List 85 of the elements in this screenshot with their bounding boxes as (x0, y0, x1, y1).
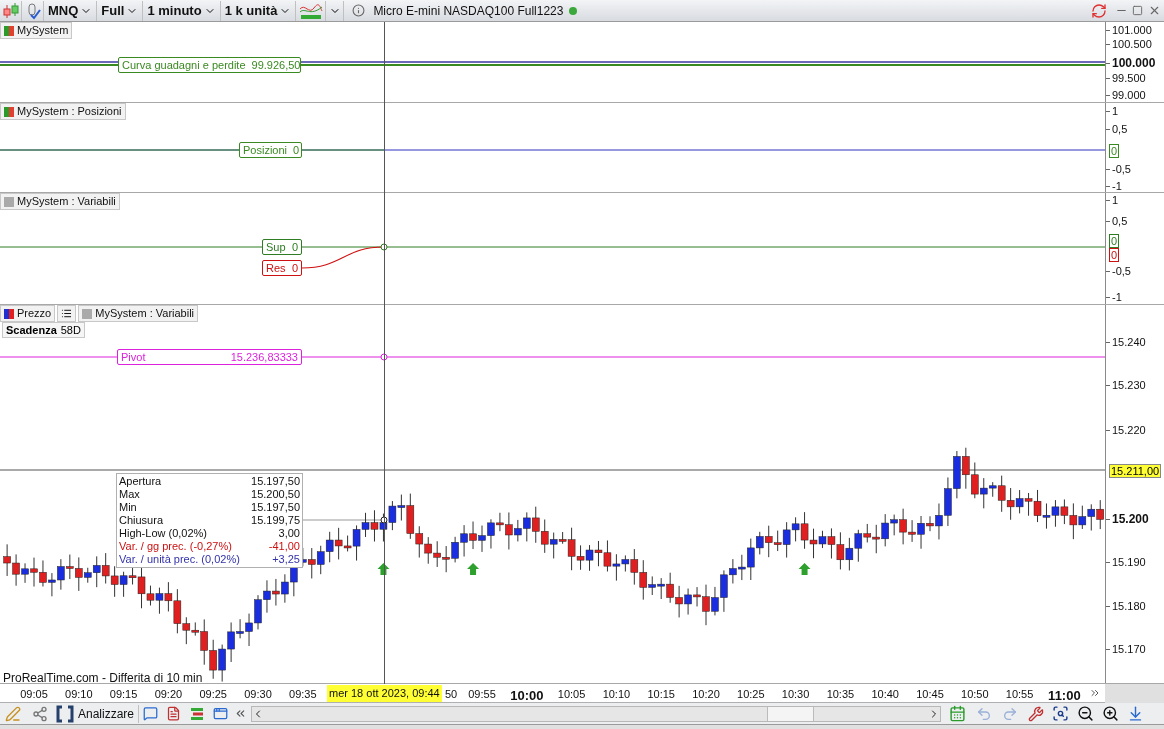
time-label: 10:25 (737, 687, 765, 702)
time-label: 11:00 (1048, 687, 1081, 705)
time-label: 09:05 (20, 687, 48, 702)
time-label: 10:30 (781, 687, 810, 702)
tooltip-value: 15.197,50 (251, 501, 300, 514)
units-dropdown[interactable]: 1 k unità (220, 0, 297, 21)
axis-label: 15.170 (1112, 642, 1146, 657)
tooltip-label: Apertura (119, 475, 162, 488)
line-name: Res (266, 260, 286, 276)
legend-tag[interactable]: MySystem (0, 22, 73, 39)
tooltip-label: Var. / gg prec. (-0,27%) (119, 540, 232, 553)
legend-tag[interactable]: MySystem : Variabili (0, 193, 120, 210)
axis-label: 0,5 (1112, 214, 1128, 229)
line-name: Sup (266, 239, 286, 255)
axis-label: 100.000 (1112, 55, 1156, 72)
tooltip-label: High-Low (0,02%) (119, 527, 208, 540)
source-note: ProRealTime.com - Differita di 10 min (3, 670, 203, 687)
axis-label: -0,5 (1112, 162, 1131, 177)
tooltip-label: Chiusura (119, 514, 164, 527)
line-name: Pivot (121, 349, 146, 365)
axis-label: 1 (1112, 193, 1119, 208)
time-label: 10:05 (557, 687, 586, 702)
time-label: 50 (444, 687, 458, 702)
axis-marker: 15.211,00 (1109, 464, 1162, 478)
time-label: 09:30 (244, 687, 272, 702)
time-label: 10:10 (602, 687, 631, 702)
analyze-button[interactable]: Analizzare (78, 704, 140, 723)
axis-label: 101.000 (1112, 23, 1152, 38)
axis-label: 15.180 (1112, 599, 1146, 614)
time-label: 10:35 (826, 687, 855, 702)
legend-tag[interactable]: MySystem : Variabili (78, 305, 199, 322)
tooltip-label: Min (119, 501, 137, 514)
time-label: 10:40 (871, 687, 899, 702)
expiry-label: Scadenza (6, 322, 57, 338)
tooltip-value: +3,25 (272, 553, 300, 566)
axis-label: -0,5 (1112, 264, 1131, 279)
legend-tag[interactable]: Prezzo (0, 305, 56, 322)
cursor-time-label: mer 18 ott 2023, 09:44 (327, 685, 442, 702)
time-label: 09:25 (199, 687, 227, 702)
axis-label: 15.200 (1112, 511, 1149, 528)
tooltip-value: 3,00 (278, 527, 300, 540)
time-label: 09:35 (289, 687, 317, 702)
time-label: 10:20 (692, 687, 720, 702)
time-label: 10:55 (1005, 687, 1034, 702)
axis-label: 15.240 (1112, 335, 1146, 350)
tooltip-label: Var. / unità prec. (0,02%) (119, 553, 240, 566)
tooltip-value: -41,00 (268, 540, 300, 553)
line-value: 0 (291, 260, 298, 276)
axis-label: -1 (1112, 290, 1122, 305)
time-label: 10:15 (647, 687, 675, 702)
legend-tag[interactable]: MySystem : Posizioni (0, 103, 126, 120)
axis-label: 99.000 (1112, 88, 1146, 103)
interval-dropdown[interactable]: 1 minuto (143, 0, 221, 21)
line-value: 0 (293, 142, 300, 158)
line-name: Curva guadagni e perdite (122, 57, 246, 73)
time-label: 09:55 (468, 687, 496, 702)
time-label: 10:00 (510, 687, 544, 705)
instrument-title: Micro E-mini NASDAQ100 Full1223 (373, 2, 564, 20)
line-value: 0 (291, 239, 298, 255)
axis-label: 1 (1112, 104, 1119, 119)
tooltip-value: 15.197,50 (251, 475, 300, 488)
axis-label: 15.230 (1112, 378, 1146, 393)
tooltip-label: Max (119, 488, 140, 501)
line-value: 99.926,50 (251, 57, 301, 73)
time-label: 09:15 (109, 687, 138, 702)
axis-label: 99.500 (1112, 71, 1146, 86)
expiry-value: 58D (60, 322, 81, 338)
line-value: 15.236,83333 (230, 349, 298, 365)
mode-dropdown[interactable]: Full (97, 0, 144, 21)
time-label: 09:20 (154, 687, 183, 702)
time-label: 09:10 (65, 687, 93, 702)
axis-marker: 0 (1109, 234, 1120, 248)
tooltip-value: 15.199,75 (251, 514, 300, 527)
axis-label: 15.220 (1112, 423, 1146, 438)
line-name: Posizioni (243, 142, 288, 158)
axis-label: -1 (1112, 179, 1122, 194)
time-label: 10:50 (961, 687, 989, 702)
axis-marker: 0 (1109, 144, 1120, 158)
axis-label: 15.190 (1112, 555, 1146, 570)
symbol-dropdown[interactable]: MNQ (44, 0, 98, 21)
tooltip-value: 15.200,50 (251, 488, 300, 501)
time-label: 10:45 (916, 687, 944, 702)
axis-marker: 0 (1109, 248, 1120, 262)
axis-label: 100.500 (1112, 37, 1152, 52)
axis-label: 0,5 (1112, 122, 1128, 137)
